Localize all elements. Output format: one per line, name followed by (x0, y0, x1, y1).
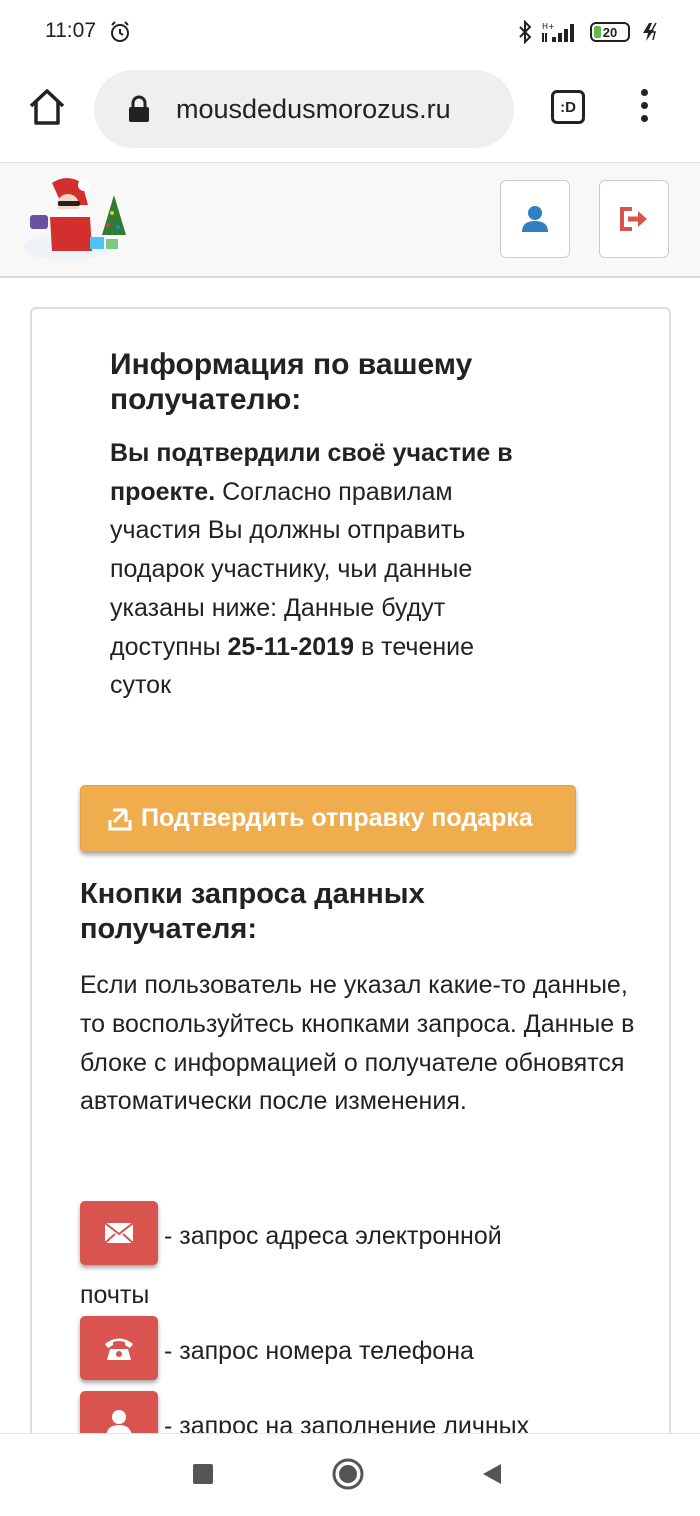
info-body: Вы подтвердили своё участие в проекте. С… (110, 434, 530, 705)
home-nav-icon[interactable] (332, 1458, 364, 1490)
santa-logo[interactable] (22, 175, 134, 267)
profile-button[interactable] (500, 180, 570, 258)
svg-text:H+: H+ (542, 22, 555, 31)
status-indicators: H+ 20 (518, 18, 662, 46)
lock-icon (129, 95, 149, 122)
request-buttons-description: Если пользователь не указал какие-то дан… (80, 971, 635, 1116)
back-icon[interactable] (481, 1462, 503, 1486)
battery-level: 20 (602, 24, 618, 40)
envelope-icon (104, 1222, 134, 1244)
charging-icon (643, 22, 657, 41)
phone-icon (105, 1338, 133, 1360)
menu-icon[interactable] (641, 89, 649, 125)
home-icon[interactable] (26, 86, 68, 128)
request-phone-text: - запрос номера телефона (164, 1337, 474, 1365)
browser-toolbar: mousdedusmorozus.ru :D (0, 66, 700, 162)
address-bar[interactable]: mousdedusmorozus.ru (94, 70, 514, 148)
bluetooth-icon (519, 20, 532, 44)
available-date: 25-11-2019 (227, 632, 354, 661)
site-header (0, 162, 700, 278)
request-email-text-cont: почты (80, 1281, 150, 1309)
battery-icon: 20 (590, 22, 630, 42)
confirm-gift-sent-label: Подтвердить отправку подарка (141, 804, 533, 832)
tab-switcher-button[interactable]: :D (551, 90, 585, 124)
status-bar: 11:07 H+ 20 (0, 0, 700, 66)
recipient-info-card: Информация по вашему получателю: Вы подт… (30, 307, 671, 1467)
logout-icon (620, 207, 647, 231)
info-title: Информация по вашему получателю: (110, 348, 473, 416)
request-email-text: - запрос адреса электронной (164, 1222, 502, 1250)
recents-icon[interactable] (193, 1464, 213, 1484)
send-icon (108, 808, 132, 830)
request-phone-button[interactable] (80, 1316, 158, 1380)
system-nav-bar (0, 1433, 700, 1516)
logout-button[interactable] (599, 180, 669, 258)
alarm-icon (111, 21, 129, 42)
request-buttons-title: Кнопки запроса данных получателя: (80, 878, 425, 945)
signal-icon: H+ (542, 22, 574, 42)
confirm-gift-sent-button[interactable]: Подтвердить отправку подарка (80, 785, 576, 852)
status-time: 11:07 (45, 19, 96, 42)
request-email-button[interactable] (80, 1201, 158, 1265)
user-icon (522, 206, 548, 232)
url-text: mousdedusmorozus.ru (176, 94, 451, 124)
